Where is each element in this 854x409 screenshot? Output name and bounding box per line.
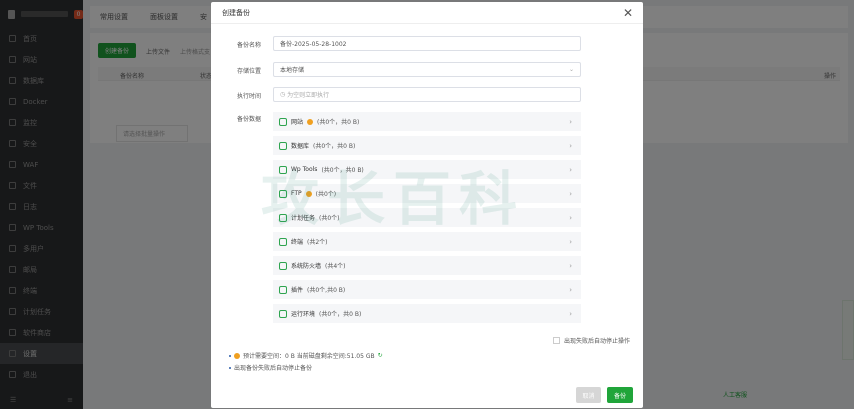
refresh-icon[interactable]: ↻ [378,352,383,359]
warning-icon [307,118,314,125]
category-icon [279,261,287,270]
space-note-text: 预计需要空间：0 B 当前磁盘剩余空间:51.05 GB [243,353,375,360]
backup-data-item[interactable]: 运行环境 (共0个，共0 B) › [273,304,581,323]
bullet-icon [229,366,231,369]
label-exec-time: 执行时间 [236,93,261,100]
cancel-button[interactable]: 取消 [576,387,601,403]
chevron-right-icon: › [569,189,572,198]
chevron-right-icon: › [569,141,572,150]
category-icon [279,285,287,294]
backup-item-detail: (共0个,共0 B) [307,287,346,294]
chevron-right-icon: › [569,213,572,222]
clock-icon: ◷ [280,91,288,98]
backup-item-detail: (共4个) [325,263,346,270]
warning-icon [234,352,240,359]
chevron-right-icon: › [569,237,572,246]
label-backup-data: 备份数据 [236,116,261,123]
backup-item-detail: (共0个，共0 B) [313,143,356,150]
category-icon [279,309,287,318]
chevron-right-icon: › [569,309,572,318]
close-icon[interactable]: ✕ [621,6,635,20]
category-icon [279,117,287,126]
watermark: 攻长百科 [261,165,526,233]
category-icon [279,141,287,150]
exec-time-placeholder: 为空则立即执行 [287,92,330,99]
backup-item-detail: (共0个，共0 B) [317,119,360,126]
backup-item-name: 系统防火墙 [291,263,322,270]
backup-item-name: 运行环境 [291,311,316,318]
chevron-right-icon: › [569,261,572,270]
fail-note-text: 出现备份失败后自动停止备份 [234,365,313,372]
backup-data-item[interactable]: 终端 (共2个) › [273,232,581,251]
backup-item-name: 终端 [291,239,304,246]
backup-item-detail: (共0个，共0 B) [319,311,362,318]
backup-item-name: 网站 [291,119,304,126]
label-backup-name: 备份名称 [236,42,261,49]
storage-location-value: 本地存储 [280,67,305,74]
space-note: 预计需要空间：0 B 当前磁盘剩余空间:51.05 GB ↻ [229,351,383,360]
exec-time-input[interactable]: ◷ 为空则立即执行 [273,87,581,102]
checkbox-box[interactable] [553,337,560,344]
backup-name-value: 备份-2025-05-28-1002 [280,41,347,48]
stop-on-fail-label: 出现失败后自动停止操作 [564,338,631,345]
fail-note: 出现备份失败后自动停止备份 [229,363,312,372]
backup-item-name: 数据库 [291,143,310,150]
backup-data-item[interactable]: 系统防火墙 (共4个) › [273,256,581,275]
backup-data-item[interactable]: 插件 (共0个,共0 B) › [273,280,581,299]
chevron-down-icon: ⌄ [568,66,574,73]
bullet-icon [229,354,231,357]
stop-on-fail-checkbox[interactable]: 出现失败后自动停止操作 [553,336,630,345]
storage-location-select[interactable]: 本地存储 ⌄ [273,62,581,77]
backup-item-name: 插件 [291,287,304,294]
category-icon [279,237,287,246]
dialog-header: 创建备份 [211,2,643,24]
backup-name-input[interactable]: 备份-2025-05-28-1002 [273,36,581,51]
backup-data-item[interactable]: 网站 (共0个，共0 B) › [273,112,581,131]
backup-item-detail: (共2个) [307,239,328,246]
chevron-right-icon: › [569,117,572,126]
create-backup-dialog: 创建备份 ✕ 备份名称 备份-2025-05-28-1002 存储位置 本地存储… [211,2,643,408]
chevron-right-icon: › [569,285,572,294]
backup-button[interactable]: 备份 [607,387,633,403]
label-storage-location: 存储位置 [236,68,261,75]
dialog-title: 创建备份 [222,8,250,17]
chevron-right-icon: › [569,165,572,174]
